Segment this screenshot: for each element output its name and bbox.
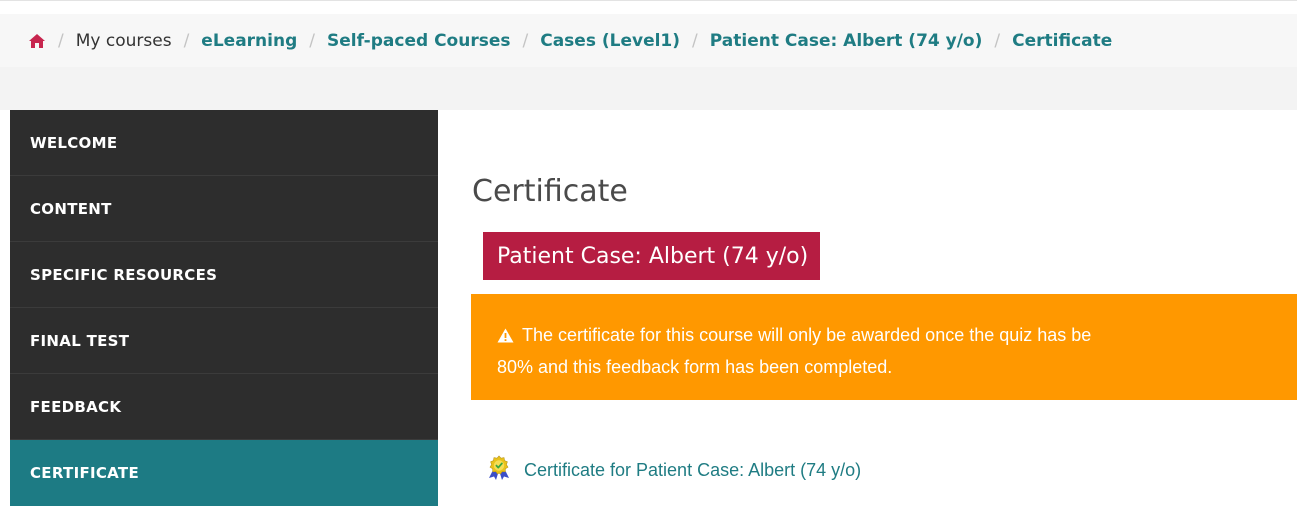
alert-text-line-1: The certificate for this course will onl… [522, 325, 1092, 345]
sidebar-item-final-test[interactable]: FINAL TEST [10, 308, 438, 374]
home-icon[interactable] [28, 33, 46, 49]
header-band [0, 67, 1297, 110]
alert-line-1: The certificate for this course will onl… [497, 320, 1297, 352]
sidebar-item-content[interactable]: CONTENT [10, 176, 438, 242]
sidebar-item-welcome[interactable]: WELCOME [10, 110, 438, 176]
certificate-link[interactable]: Certificate for Patient Case: Albert (74… [486, 455, 861, 485]
breadcrumb-separator: / [309, 30, 315, 51]
main-content: Certificate Patient Case: Albert (74 y/o… [438, 110, 1297, 506]
breadcrumb-cases-level1[interactable]: Cases (Level1) [540, 31, 680, 51]
breadcrumb-certificate[interactable]: Certificate [1012, 31, 1112, 51]
breadcrumb-patient-case[interactable]: Patient Case: Albert (74 y/o) [710, 31, 983, 51]
breadcrumb-elearning[interactable]: eLearning [201, 31, 297, 51]
page-title: Certificate [472, 174, 628, 209]
warning-icon [497, 322, 514, 352]
breadcrumb-separator: / [692, 30, 698, 51]
breadcrumb-my-courses[interactable]: My courses [76, 31, 172, 51]
breadcrumb-separator: / [994, 30, 1001, 51]
course-badge: Patient Case: Albert (74 y/o) [483, 232, 821, 280]
certificate-alert: The certificate for this course will onl… [471, 294, 1297, 400]
sidebar-item-specific-resources[interactable]: SPECIFIC RESOURCES [10, 242, 438, 308]
award-icon [486, 455, 512, 485]
breadcrumb-separator: / [522, 30, 529, 51]
certificate-link-label[interactable]: Certificate for Patient Case: Albert (74… [524, 460, 861, 481]
breadcrumb-separator: / [183, 30, 190, 51]
breadcrumb-self-paced-courses[interactable]: Self-paced Courses [327, 31, 511, 51]
sidebar-item-feedback[interactable]: FEEDBACK [10, 374, 438, 440]
sidebar-item-certificate[interactable]: CERTIFICATE [10, 440, 438, 506]
breadcrumb: / My courses / eLearning / Self-paced Co… [0, 14, 1297, 67]
course-sidebar: WELCOME CONTENT SPECIFIC RESOURCES FINAL… [10, 110, 438, 506]
alert-text-line-2: 80% and this feedback form has been comp… [497, 357, 893, 377]
top-rule [0, 0, 1297, 15]
breadcrumb-separator: / [58, 30, 64, 51]
